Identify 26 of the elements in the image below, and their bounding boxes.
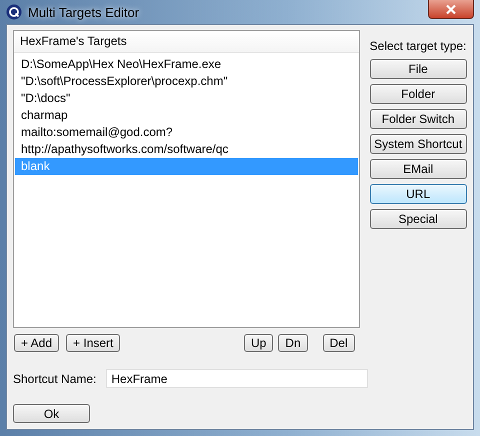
ok-button[interactable]: Ok (13, 404, 90, 423)
list-item[interactable]: "D:\docs" (15, 90, 358, 107)
close-icon (445, 4, 457, 14)
target-type-button[interactable]: EMail (370, 159, 467, 179)
list-button[interactable]: + Add (14, 334, 60, 352)
list-item[interactable]: mailto:somemail@god.com? (15, 124, 358, 141)
target-type-button[interactable]: File (370, 59, 467, 79)
target-type-button[interactable]: URL (370, 184, 467, 204)
shortcut-label: Shortcut Name: (13, 372, 96, 386)
list-button[interactable]: Up (244, 334, 274, 352)
list-button[interactable]: Del (322, 334, 355, 352)
list-button[interactable]: + Insert (66, 334, 120, 352)
list-item[interactable]: D:\SomeApp\Hex Neo\HexFrame.exe (15, 56, 358, 73)
target-type-button[interactable]: System Shortcut (370, 134, 467, 154)
target-type-button[interactable]: Folder Switch (370, 109, 467, 129)
target-type-button[interactable]: Special (370, 209, 467, 229)
shortcut-name-field[interactable]: HexFrame (106, 369, 368, 388)
list-item[interactable]: charmap (15, 107, 358, 124)
list-item[interactable]: "D:\soft\ProcessExplorer\procexp.chm" (15, 73, 358, 90)
target-type-label: Select target type: (370, 39, 467, 53)
window-title: Multi Targets Editor (28, 4, 140, 20)
list-button[interactable]: Dn (278, 334, 308, 352)
close-button[interactable] (428, 0, 474, 19)
target-type-button[interactable]: Folder (370, 84, 467, 104)
app-icon (6, 4, 22, 20)
list-item[interactable]: http://apathysoftworks.com/software/qc (15, 141, 358, 158)
